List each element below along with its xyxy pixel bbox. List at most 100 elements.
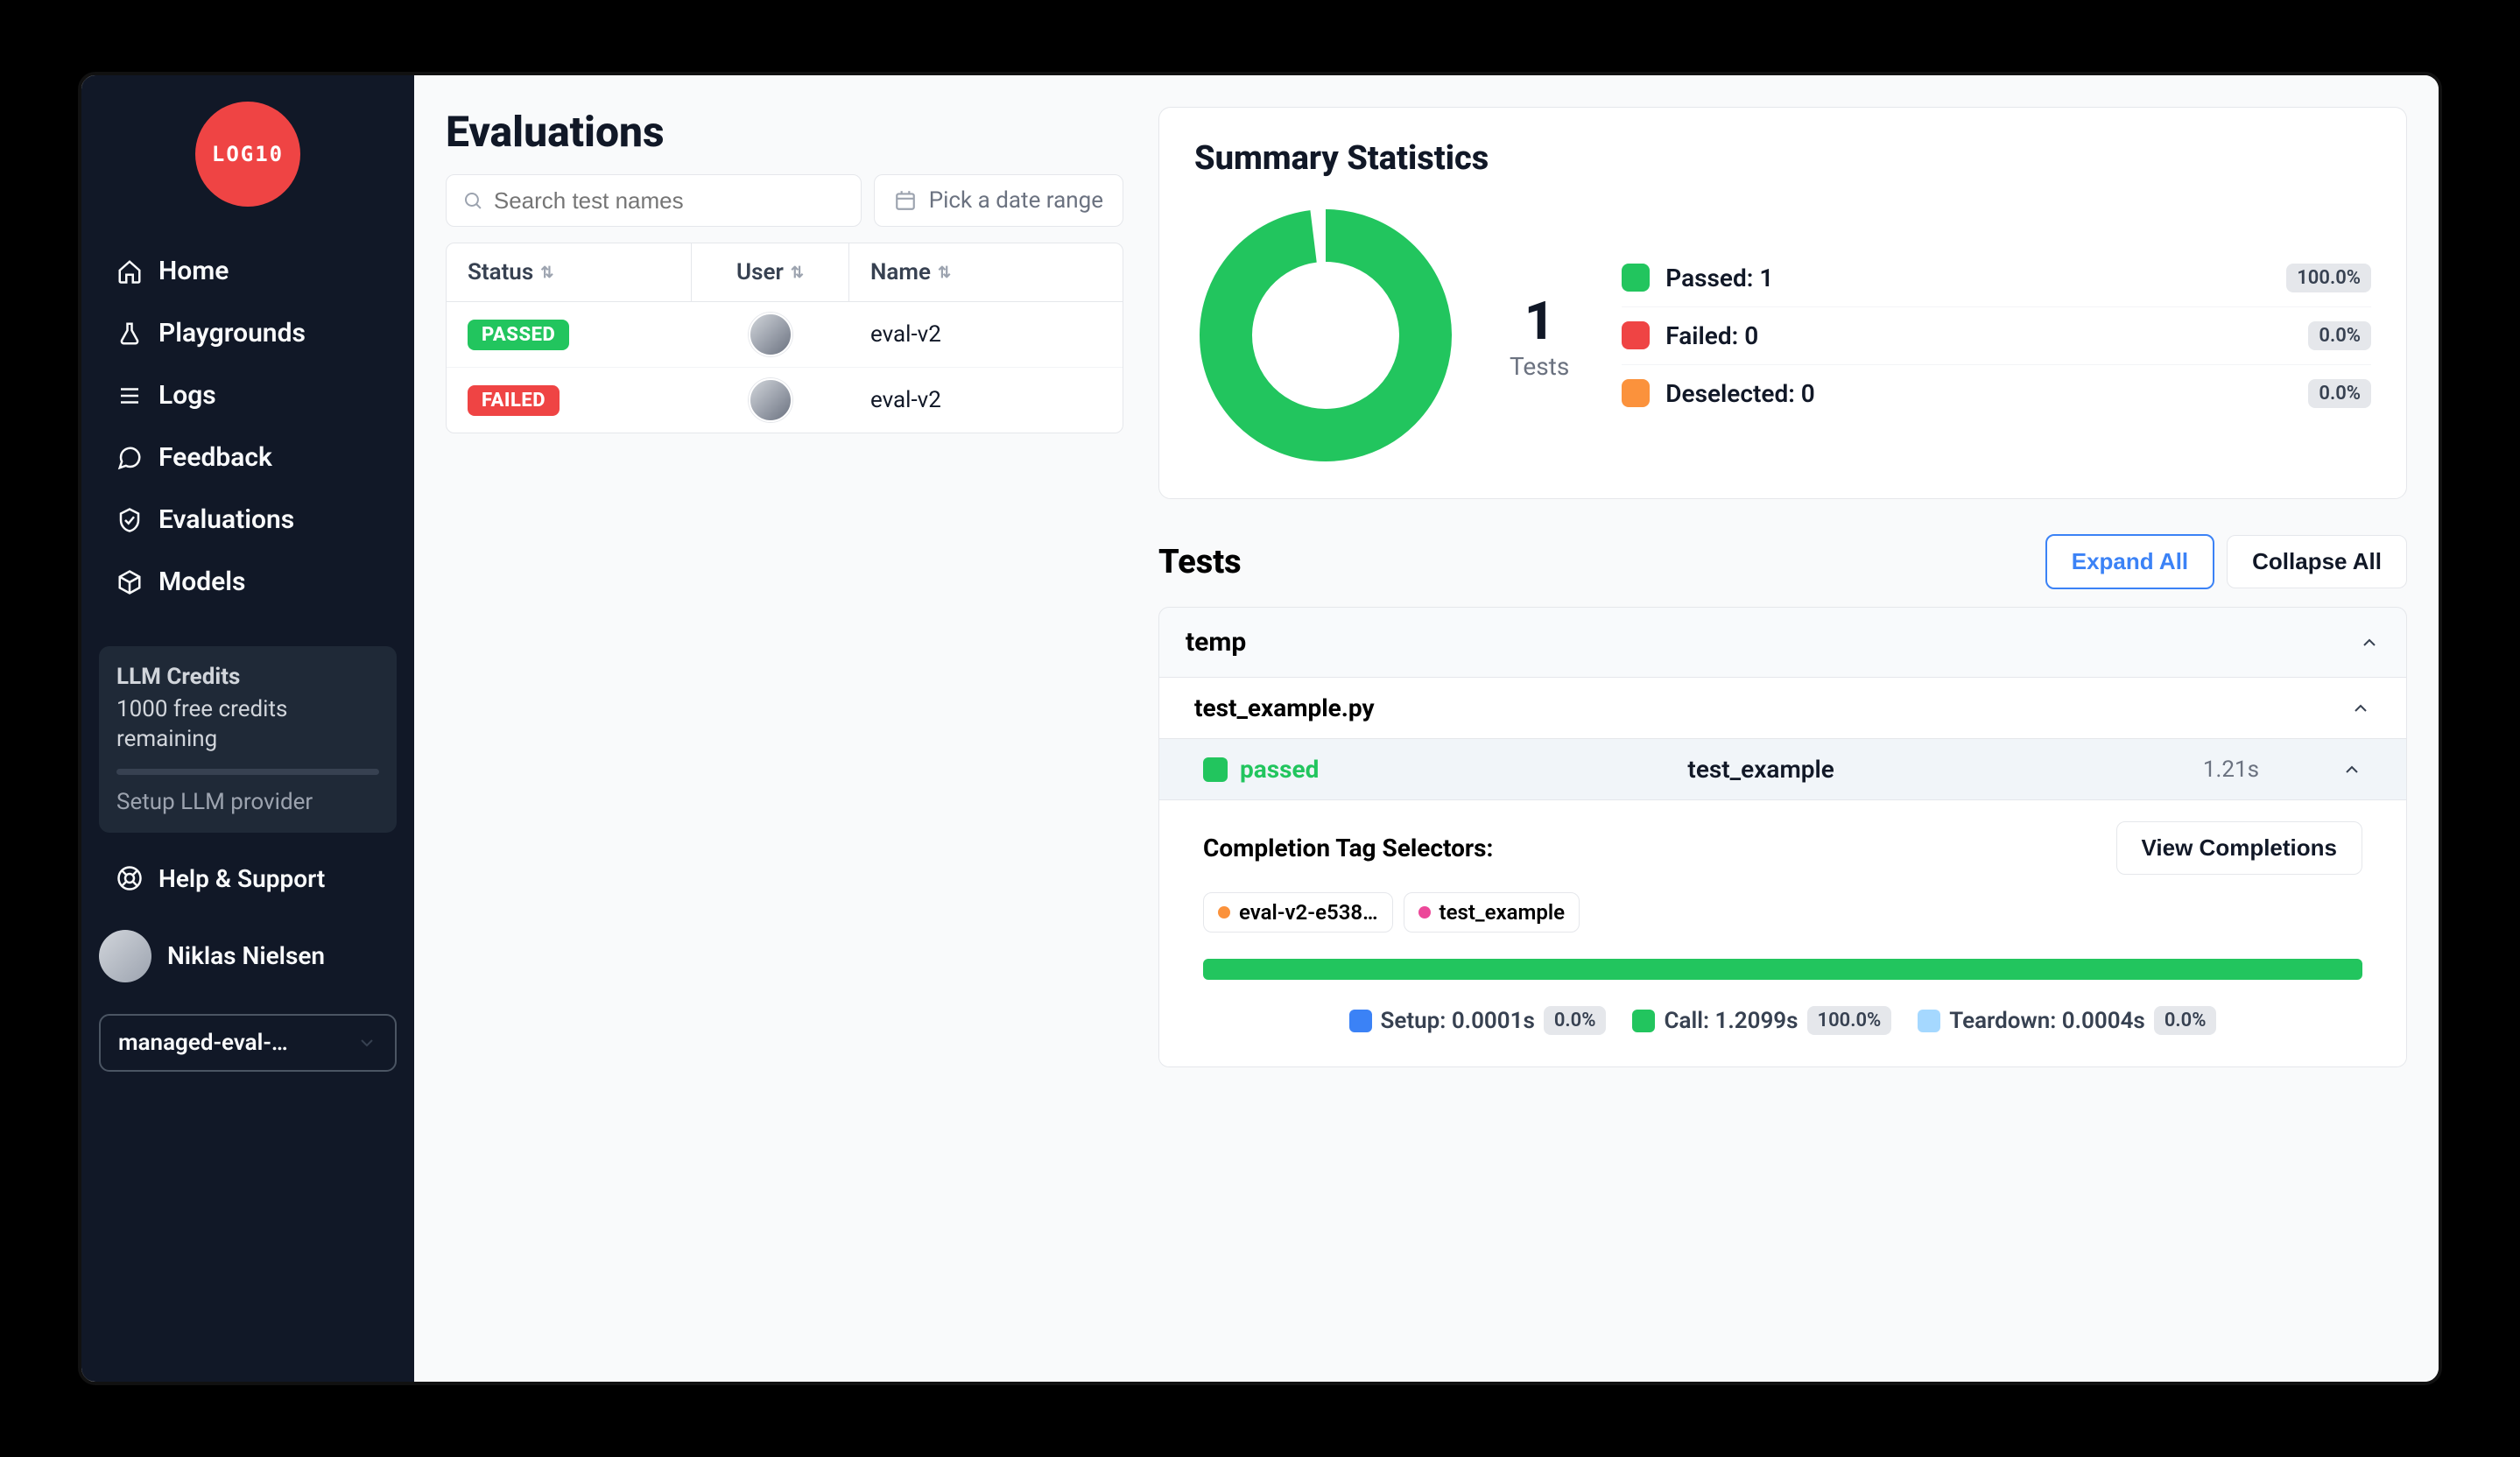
summary-body: 1 Tests Passed: 1 100.0% Failed: 0 0.0% <box>1194 204 2371 467</box>
nav-models-label: Models <box>158 567 245 597</box>
nav-evaluations[interactable]: Evaluations <box>99 490 397 549</box>
nav-playgrounds[interactable]: Playgrounds <box>99 304 397 362</box>
sort-icon: ⇅ <box>791 264 804 282</box>
tests-label: Tests <box>1510 352 1569 381</box>
chevron-up-icon <box>2350 698 2371 719</box>
test-details: Completion Tag Selectors: View Completio… <box>1159 799 2406 1066</box>
test-duration: 1.21s <box>2203 757 2259 783</box>
main: Evaluations Pick a date range Status⇅ Us… <box>414 75 2439 1382</box>
timing-legend: Setup: 0.0001s 0.0% Call: 1.2099s 100.0%… <box>1203 1006 2362 1035</box>
view-completions-button[interactable]: View Completions <box>2116 821 2362 875</box>
list-icon <box>116 383 143 409</box>
user-row[interactable]: Niklas Nielsen <box>99 916 397 996</box>
filters: Pick a date range <box>446 174 1123 227</box>
teardown-color-icon <box>1918 1010 1940 1032</box>
credits-subtitle: 1000 free credits remaining <box>116 695 379 755</box>
search-icon <box>462 189 483 212</box>
collapse-all-button[interactable]: Collapse All <box>2227 535 2407 588</box>
nav-models[interactable]: Models <box>99 553 397 611</box>
th-user[interactable]: User⇅ <box>692 243 849 301</box>
status-square-icon <box>1203 757 1228 782</box>
file-header[interactable]: test_example.py <box>1159 677 2406 738</box>
evaluations-panel: Evaluations Pick a date range Status⇅ Us… <box>414 75 1141 1382</box>
credits-title: LLM Credits <box>116 664 379 690</box>
stat-passed-label: Passed: 1 <box>1665 264 2270 292</box>
lifebuoy-icon <box>116 865 143 891</box>
summary-donut-chart <box>1194 204 1457 467</box>
tests-count: 1 Tests <box>1510 290 1569 381</box>
row-name: eval-v2 <box>849 377 1123 424</box>
credits-setup-link[interactable]: Setup LLM provider <box>116 789 379 815</box>
speech-icon <box>116 445 143 471</box>
stat-deselected-label: Deselected: 0 <box>1665 379 2292 408</box>
nav-home[interactable]: Home <box>99 242 397 300</box>
timing-call: Call: 1.2099s 100.0% <box>1632 1006 1891 1035</box>
nav: Home Playgrounds Logs Feedback Evaluatio… <box>99 242 397 611</box>
credits-box: LLM Credits 1000 free credits remaining … <box>99 646 397 833</box>
tag-dot-icon <box>1418 906 1431 919</box>
summary-title: Summary Statistics <box>1194 139 2371 178</box>
timing-setup: Setup: 0.0001s 0.0% <box>1349 1006 1607 1035</box>
chevron-up-icon <box>2341 759 2362 780</box>
sort-icon: ⇅ <box>540 264 553 282</box>
flask-icon <box>116 320 143 347</box>
timing-teardown: Teardown: 0.0004s 0.0% <box>1918 1006 2216 1035</box>
setup-color-icon <box>1349 1010 1372 1032</box>
date-range-button[interactable]: Pick a date range <box>874 174 1123 227</box>
search-wrap[interactable] <box>446 174 862 227</box>
sort-icon: ⇅ <box>938 264 951 282</box>
help-support[interactable]: Help & Support <box>99 850 397 907</box>
check-shield-icon <box>116 507 143 533</box>
nav-home-label: Home <box>158 256 229 286</box>
credits-progress <box>116 769 379 775</box>
th-status[interactable]: Status⇅ <box>447 243 692 301</box>
date-range-label: Pick a date range <box>929 187 1103 214</box>
user-name: Niklas Nielsen <box>167 941 325 970</box>
cube-icon <box>116 569 143 595</box>
stat-failed-pct: 0.0% <box>2308 321 2371 350</box>
project-select-label: managed-eval-… <box>118 1030 288 1056</box>
row-avatar <box>749 313 792 356</box>
app-window: LOG10 Home Playgrounds Logs Feedback Eva… <box>78 72 2442 1385</box>
file-name: test_example.py <box>1194 693 1375 722</box>
dot-failed-icon <box>1622 321 1650 349</box>
table-header: Status⇅ User⇅ Name⇅ <box>447 243 1123 302</box>
stat-deselected-pct: 0.0% <box>2308 379 2371 408</box>
call-color-icon <box>1632 1010 1655 1032</box>
tag-test[interactable]: test_example <box>1404 892 1580 933</box>
nav-playgrounds-label: Playgrounds <box>158 318 306 348</box>
chevron-up-icon <box>2359 632 2380 653</box>
calendar-icon <box>894 189 917 212</box>
dot-deselected-icon <box>1622 379 1650 407</box>
summary-card: Summary Statistics 1 Tests Pa <box>1158 107 2407 499</box>
folder-header[interactable]: temp <box>1159 608 2406 677</box>
evaluations-table: Status⇅ User⇅ Name⇅ PASSED eval-v2 FAILE… <box>446 243 1123 433</box>
project-select[interactable]: managed-eval-… <box>99 1014 397 1072</box>
dot-passed-icon <box>1622 264 1650 292</box>
expand-all-button[interactable]: Expand All <box>2045 534 2214 589</box>
search-input[interactable] <box>494 187 845 215</box>
table-row[interactable]: FAILED eval-v2 <box>447 368 1123 433</box>
nav-logs[interactable]: Logs <box>99 366 397 425</box>
stat-passed-pct: 100.0% <box>2286 264 2371 292</box>
detail-panel: Summary Statistics 1 Tests Pa <box>1141 75 2439 1382</box>
test-row[interactable]: passed test_example 1.21s <box>1159 738 2406 799</box>
user-avatar <box>99 930 151 982</box>
th-name[interactable]: Name⇅ <box>849 243 1123 301</box>
stat-failed-label: Failed: 0 <box>1665 321 2292 350</box>
stat-deselected: Deselected: 0 0.0% <box>1622 365 2371 422</box>
tests-number: 1 <box>1510 290 1569 352</box>
row-avatar <box>749 378 792 422</box>
table-row[interactable]: PASSED eval-v2 <box>447 302 1123 368</box>
page-title: Evaluations <box>446 107 1123 157</box>
status-badge: PASSED <box>468 320 569 350</box>
nav-feedback[interactable]: Feedback <box>99 428 397 487</box>
selectors-title: Completion Tag Selectors: <box>1203 834 1493 862</box>
help-label: Help & Support <box>158 864 325 893</box>
test-status: passed <box>1240 755 1319 784</box>
folder-name: temp <box>1186 627 1246 658</box>
tag-eval[interactable]: eval-v2-e538… <box>1203 892 1393 933</box>
test-name: test_example <box>1331 755 2190 784</box>
nav-feedback-label: Feedback <box>158 442 272 473</box>
tests-header: Tests Expand All Collapse All <box>1158 534 2407 589</box>
